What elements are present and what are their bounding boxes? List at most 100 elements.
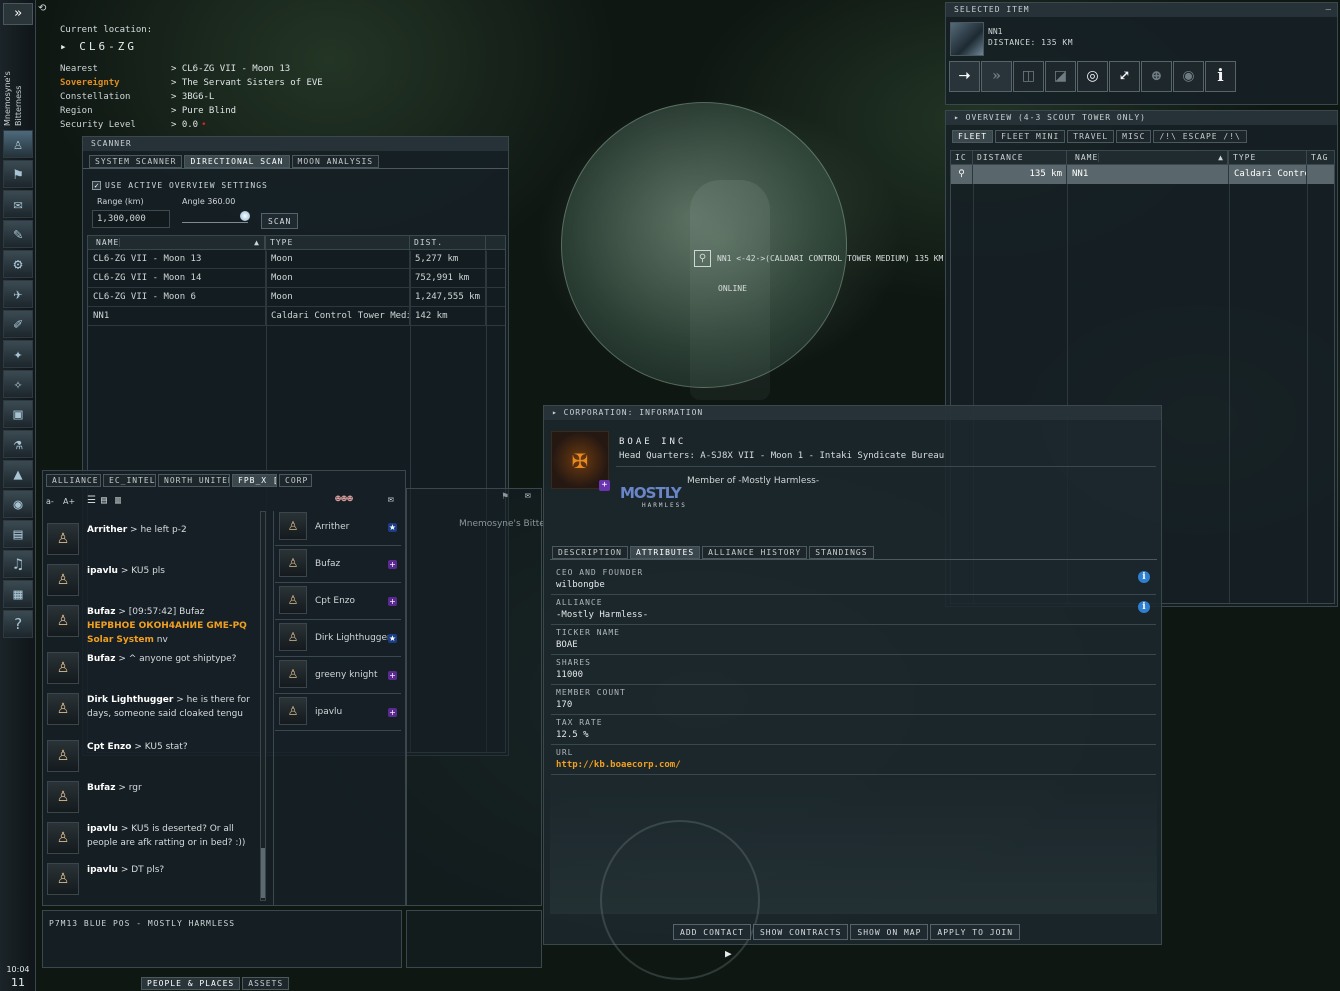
tab-moon-analysis[interactable]: MOON ANALYSIS [291,155,380,168]
chat-member[interactable]: ♙ ipavlu + [275,694,401,731]
tab-directional-scan[interactable]: DIRECTIONAL SCAN [184,155,290,168]
overview-row[interactable]: ⚲ 135 km NN1 Caldari Control [951,165,1334,184]
location-value[interactable]: > 3BG6-L [171,92,214,102]
ghost-settings-icon[interactable]: ✉ [525,490,531,501]
show-contracts-button[interactable]: SHOW CONTRACTS [752,924,849,940]
character-sheet-icon[interactable]: ♙ [3,130,33,158]
add-standing-icon[interactable]: + [599,480,610,491]
neocom-expand-button[interactable]: » [3,3,33,25]
avatar[interactable]: ♙ [47,740,79,772]
minimize-icon[interactable]: ‒ [1326,5,1331,15]
show-on-map-button[interactable]: SHOW ON MAP [850,924,929,940]
message-author[interactable]: Dirk Lighthugger [87,695,173,705]
avatar[interactable]: ♙ [47,564,79,596]
detail-view-icon[interactable]: ▤ [101,495,107,506]
use-overview-checkbox[interactable]: ✓ [92,181,101,190]
approach-icon[interactable]: ➝ [949,61,980,92]
list-view-icon[interactable]: ☰ [87,495,96,506]
mail-icon[interactable]: ✉ [3,190,33,218]
col-icon[interactable]: IC [951,151,973,164]
lock-target-icon[interactable]: ⊕ [1141,61,1172,92]
chat-member[interactable]: ♙ Dirk Lighthugger ★ [275,620,401,657]
dock-icon[interactable]: ◪ [1045,61,1076,92]
avatar[interactable]: ♙ [47,781,79,813]
col-distance[interactable]: DISTANCE [973,151,1067,164]
scan-result-row[interactable]: NN1 Caldari Control Tower Medium 142 km [88,307,505,326]
chat-member[interactable]: ♙ Cpt Enzo + [275,583,401,620]
tab-corp[interactable]: CORP [279,474,312,487]
message-author[interactable]: ipavlu [87,566,118,576]
col-type[interactable]: TYPE [1229,151,1307,164]
font-increase-button[interactable]: A+ [63,497,75,506]
scan-result-row[interactable]: CL6-ZG VII - Moon 13 Moon 5,277 km [88,250,505,269]
tab-assets[interactable]: ASSETS [242,977,290,990]
skills-icon[interactable]: ✎ [3,220,33,248]
chat-member[interactable]: ♙ Arrither ★ [275,509,401,546]
location-value[interactable]: > CL6-ZG VII - Moon 13 [171,64,290,74]
col-tag[interactable]: TAG [1307,151,1333,164]
corporation-icon[interactable]: ⚙ [3,250,33,278]
ghost-members-icon[interactable]: ⚑ [502,491,508,502]
market-icon[interactable]: ◉ [3,490,33,518]
overview-title[interactable]: ▸ OVERVIEW (4-3 SCOUT TOWER ONLY) [946,111,1337,125]
jump-icon[interactable]: ◫ [1013,61,1044,92]
tab-alliance-history[interactable]: ALLIANCE HISTORY [702,546,808,559]
chat-settings-icon[interactable]: ✉ [388,494,394,505]
tab-fleet-mini[interactable]: FLEET MINI [995,130,1066,143]
range-input[interactable]: 1,300,000 [92,210,170,228]
avatar[interactable]: ♙ [47,822,79,854]
audio-icon[interactable]: ♫ [3,550,33,578]
tab-travel[interactable]: TRAVEL [1067,130,1115,143]
apply-to-join-button[interactable]: APPLY TO JOIN [930,924,1021,940]
warp-icon[interactable]: » [981,61,1012,92]
col-name[interactable]: NAME ▲ [1067,151,1229,164]
location-value[interactable]: > 0.0 • [171,120,207,130]
font-decrease-button[interactable]: a- [46,497,54,506]
alliance-logo[interactable]: MOSTLY HARMLESS [620,484,685,520]
journal-icon[interactable]: ✐ [3,310,33,338]
corp-info-title[interactable]: ▸ CORPORATION: INFORMATION [544,406,1161,420]
play-icon[interactable]: ▶ [725,947,732,960]
info-icon[interactable]: i [1138,601,1150,613]
info-icon[interactable]: i [1205,61,1236,92]
fleet-icon[interactable]: ✈ [3,280,33,308]
avatar[interactable]: ♙ [47,652,79,684]
tab-attributes[interactable]: ATTRIBUTES [629,546,701,559]
avatar[interactable]: ♙ [47,523,79,555]
avatar[interactable]: ♙ [47,863,79,895]
members-icon[interactable]: ☻☻☻ [335,494,353,505]
message-author[interactable]: ipavlu [87,865,118,875]
message-author[interactable]: Cpt Enzo [87,742,131,752]
tab-people-places[interactable]: PEOPLE & PLACES [141,977,241,990]
keep-range-icon[interactable]: ⤢ [1109,61,1140,92]
science-icon[interactable]: ⚗ [3,430,33,458]
angle-slider-handle[interactable] [240,211,250,221]
people-places-icon[interactable]: ⚑ [3,160,33,188]
tab-system-scanner[interactable]: SYSTEM SCANNER [89,155,183,168]
undo-icon[interactable]: ⟲ [38,3,46,14]
tab-fpb-x[interactable]: FPB_X [ [232,474,277,487]
help-icon[interactable]: ? [3,610,33,638]
scan-result-row[interactable]: CL6-ZG VII - Moon 14 Moon 752,991 km [88,269,505,288]
calculator-icon[interactable]: ▦ [3,580,33,608]
tab-alliance[interactable]: ALLIANCE [46,474,101,487]
map-icon[interactable]: ✦ [3,340,33,368]
look-at-icon[interactable]: ◉ [1173,61,1204,92]
message-author[interactable]: Bufaz [87,607,116,617]
url-link[interactable]: http://kb.boaecorp.com/ [556,760,681,770]
scan-button[interactable]: SCAN [261,213,299,229]
scan-result-row[interactable]: CL6-ZG VII - Moon 6 Moon 1,247,555 km [88,288,505,307]
location-system[interactable]: ▸ CL6-ZG [60,40,137,53]
location-value[interactable]: > Pure Blind [171,106,236,116]
chat-member[interactable]: ♙ Bufaz + [275,546,401,583]
tab-north-united[interactable]: NORTH UNITED [158,474,230,487]
location-value[interactable]: > The Servant Sisters of EVE [171,78,323,88]
angle-slider[interactable] [182,211,250,223]
message-author[interactable]: ipavlu [87,824,118,834]
orbit-icon[interactable]: ◎ [1077,61,1108,92]
col-type[interactable]: TYPE [266,236,410,249]
tab-escape[interactable]: /!\ ESCAPE /!\ [1153,130,1247,143]
starbase-icon[interactable]: ▲ [3,460,33,488]
tower-bracket-icon[interactable]: ⚲ [694,250,711,267]
chat-member[interactable]: ♙ greeny knight + [275,657,401,694]
